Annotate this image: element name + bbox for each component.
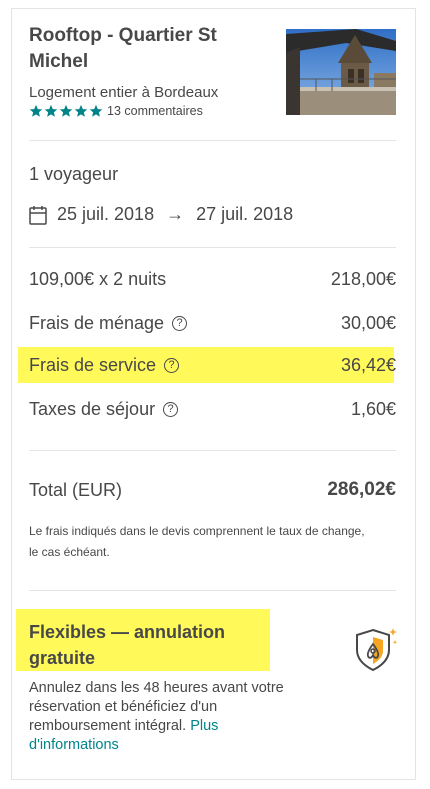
nightly-price-label: 109,00€ x 2 nuits [29,269,167,289]
booking-summary-card: Rooftop - Quartier St Michel Logement en… [11,8,416,780]
total-row: Total (EUR) 286,02€ [29,479,396,501]
cancellation-description: Annulez dans les 48 heures avant votre r… [29,679,309,755]
star-rating [29,104,103,118]
shield-airbnb-icon [356,628,398,672]
rating-row[interactable]: 13 commentaires [29,104,203,118]
total-value: 286,02€ [327,479,396,500]
tourist-tax-label: Taxes de séjour [29,399,156,419]
cancellation-title: Flexibles — annulation gratuite [29,622,226,668]
guest-count: 1 voyageur [29,164,119,184]
listing-thumbnail[interactable] [286,29,396,115]
star-icon [59,104,73,118]
listing-subtitle: Logement entier à Bordeaux [29,84,219,101]
cleaning-fee-label: Frais de ménage [29,313,165,333]
checkin-date: 25 juil. 2018 [57,204,155,224]
nightly-price-row: 109,00€ x 2 nuits 218,00€ [29,269,396,290]
nightly-price-value: 218,00€ [330,269,396,289]
service-fee-value: 36,42€ [340,355,396,375]
currency-note: Le frais indiqués dans le devis comprenn… [29,524,365,559]
review-count[interactable]: 13 commentaires [107,104,203,118]
divider [29,450,396,451]
total-label: Total (EUR) [29,479,123,500]
star-icon [44,104,58,118]
star-icon [29,104,43,118]
help-icon[interactable]: ? [163,402,179,417]
divider [29,247,396,248]
tourist-tax-value: 1,60€ [350,399,396,419]
trip-dates: 25 juil. 2018 → 27 juil. 2018 [29,204,293,225]
service-fee-label: Frais de service [29,355,157,375]
calendar-icon [29,205,47,225]
divider [29,590,396,591]
tourist-tax-row: Taxes de séjour ? 1,60€ [29,399,396,420]
help-icon[interactable]: ? [172,316,188,331]
divider [29,140,396,141]
arrow-right-icon: → [166,204,185,224]
help-icon[interactable]: ? [164,358,180,373]
star-icon [74,104,88,118]
cleaning-fee-row: Frais de ménage ? 30,00€ [29,313,396,334]
star-icon [89,104,103,118]
listing-title: Rooftop - Quartier St Michel [29,25,217,72]
checkout-date: 27 juil. 2018 [196,204,294,224]
cleaning-fee-value: 30,00€ [340,313,396,333]
service-fee-row: Frais de service ? 36,42€ [29,355,396,376]
cancellation-text: Annulez dans les 48 heures avant votre r… [29,680,284,734]
